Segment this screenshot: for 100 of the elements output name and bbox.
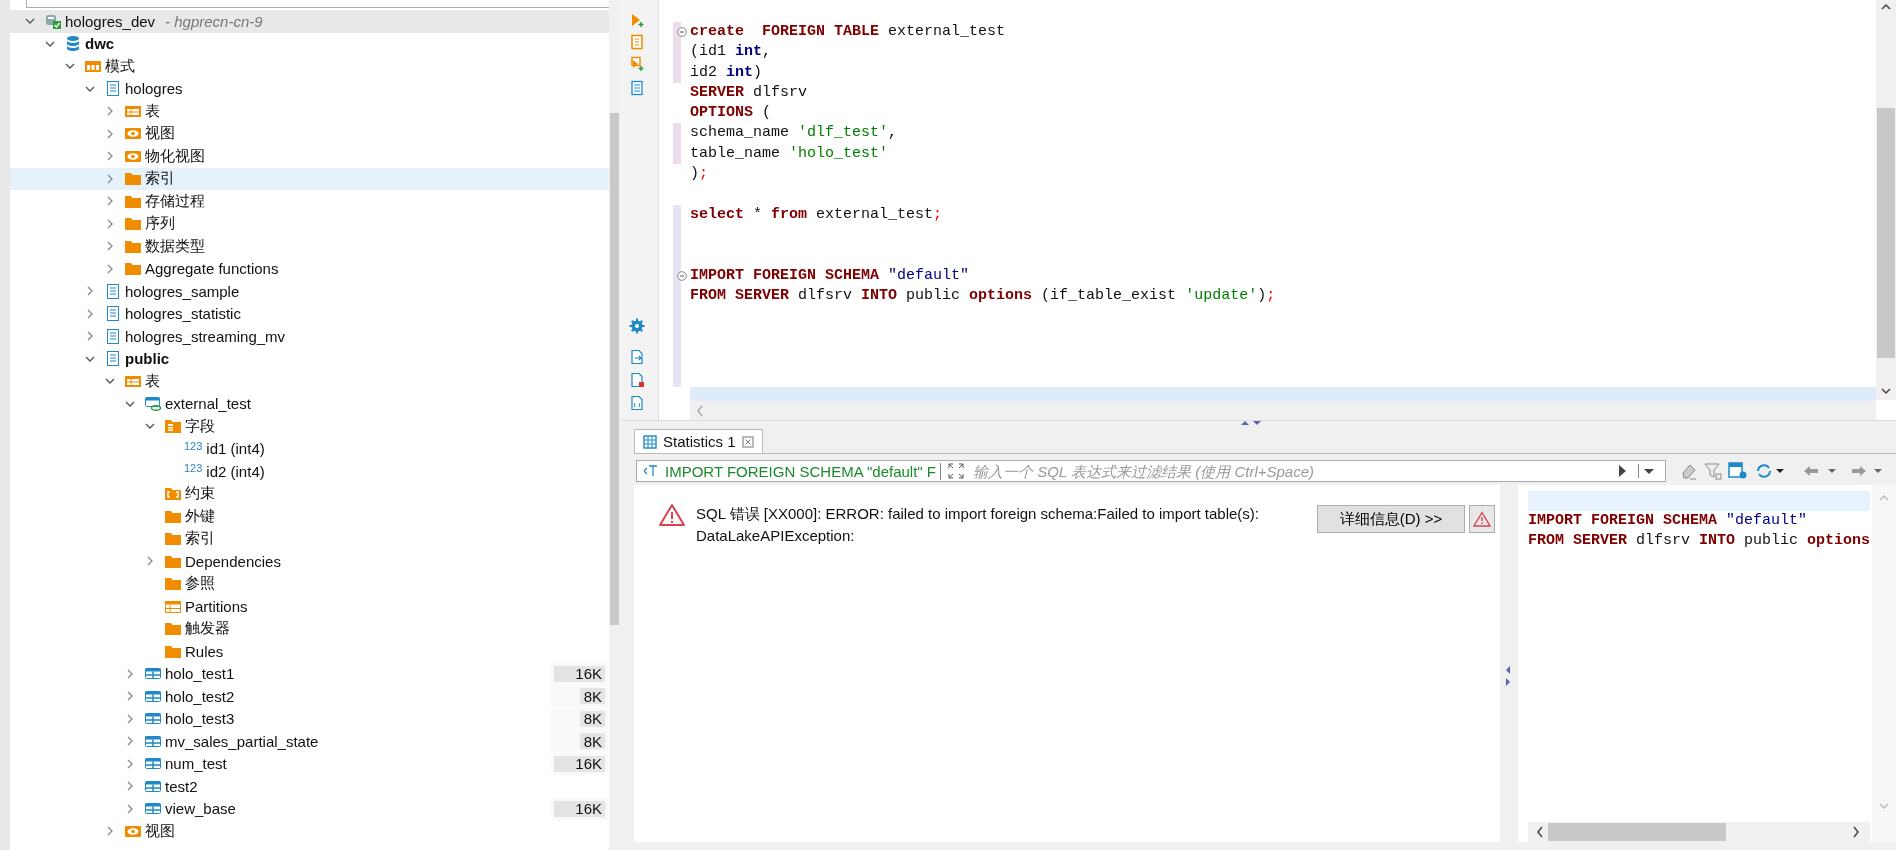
document-error-icon[interactable]	[629, 372, 645, 388]
tree-item[interactable]: 表	[10, 370, 609, 393]
number-icon: 123	[184, 462, 203, 475]
scrollbar-thumb[interactable]	[1547, 823, 1726, 841]
tree-item[interactable]: 数据类型	[10, 235, 609, 258]
tree-item-label: holo_test2	[165, 687, 235, 705]
tree-item-label: 触发器	[185, 619, 230, 639]
code-line: FROM SERVER dlfsrv INTO public options (if_table_exist 'update');	[690, 285, 1876, 307]
sash-arrows-icon[interactable]	[1240, 419, 1262, 427]
document-list-icon	[104, 282, 122, 300]
tree-item[interactable]: external_test	[10, 392, 609, 415]
collapse-icon[interactable]	[677, 270, 687, 281]
tree-item[interactable]: dwc	[10, 32, 609, 55]
script-icon[interactable]	[629, 34, 645, 50]
scrollbar-thumb[interactable]	[610, 113, 619, 625]
tree-item[interactable]: 触发器	[10, 617, 609, 640]
tree-item[interactable]: 外键	[10, 505, 609, 528]
tree-item[interactable]: 索引	[10, 527, 609, 550]
scrollbar[interactable]	[609, 0, 620, 850]
tree-item[interactable]: 索引	[10, 167, 609, 190]
tree-item-label: 表	[145, 371, 160, 391]
number-icon: 123	[184, 439, 203, 452]
tree-item[interactable]: 字段	[10, 415, 609, 438]
scroll-up-icon[interactable]	[1880, 2, 1892, 10]
table-settings-icon[interactable]	[1728, 462, 1748, 480]
tree-item-label: holo_test1	[165, 665, 235, 683]
tree-item[interactable]: hologres_sample	[10, 280, 609, 303]
tree-item[interactable]: holo_test2 8K	[10, 685, 609, 708]
code-line: create FOREIGN TABLE external_test	[690, 22, 1876, 43]
expand-icon[interactable]	[947, 462, 965, 480]
grid-icon	[643, 434, 657, 449]
scroll-right-icon[interactable]	[1852, 826, 1860, 838]
script-add-icon[interactable]	[629, 56, 645, 72]
collapse-icon[interactable]	[677, 27, 687, 37]
tree-item[interactable]: Partitions	[10, 595, 609, 618]
tree-item[interactable]: Aggregate functions	[10, 257, 609, 280]
settings-icon[interactable]	[629, 318, 645, 334]
tree-item-label: 数据类型	[145, 236, 205, 256]
tree-item[interactable]: 序列	[10, 212, 609, 235]
tree-item[interactable]: 约束	[10, 482, 609, 505]
document-list-icon[interactable]	[629, 80, 645, 96]
tree-item[interactable]: hologres_statistic	[10, 302, 609, 325]
scroll-down-icon[interactable]	[1880, 388, 1892, 396]
horizontal-scrollbar[interactable]	[690, 401, 1876, 420]
tree-item[interactable]: hologres_dev - hgprecn-cn-9	[10, 10, 609, 33]
filter-input[interactable]: 输入一个 SQL 表达式来过滤结果 (使用 Ctrl+Space)	[971, 461, 1606, 481]
export-icon[interactable]	[629, 349, 645, 365]
results-tab[interactable]: Statistics 1	[634, 429, 763, 453]
code-line: (id1 int,	[690, 42, 1876, 63]
tree-item[interactable]: 物化视图	[10, 145, 609, 168]
tree-item[interactable]: hologres_streaming_mv	[10, 325, 609, 348]
tree-item[interactable]: 123 id2 (int4)	[10, 460, 609, 483]
sash-arrows-icon[interactable]	[1504, 665, 1513, 687]
tree-item[interactable]: Rules	[10, 640, 609, 663]
eraser-icon[interactable]	[1680, 462, 1698, 480]
tree-item[interactable]: mv_sales_partial_state 8K	[10, 730, 609, 753]
code-line: IMPORT FOREIGN SCHEMA "default"	[1527, 511, 1808, 531]
scrollbar[interactable]	[1876, 0, 1896, 400]
document-list-icon	[104, 80, 122, 98]
size-label: 8K	[583, 732, 603, 750]
close-icon[interactable]	[741, 435, 754, 448]
tree-item[interactable]: 参照	[10, 572, 609, 595]
tree-item-label: holo_test3	[165, 710, 235, 728]
tree-item-label: 序列	[145, 214, 175, 234]
tree-item[interactable]: holo_test3 8K	[10, 707, 609, 730]
tree-item[interactable]: public	[10, 347, 609, 370]
tree-item[interactable]: num_test 16K	[10, 752, 609, 775]
warning-button[interactable]	[1469, 505, 1495, 533]
scroll-left-icon[interactable]	[1535, 826, 1544, 838]
tree-item[interactable]: hologres	[10, 77, 609, 100]
tree-item[interactable]: 模式	[10, 55, 609, 78]
play-icon[interactable]	[1616, 464, 1628, 478]
document-variable-icon[interactable]	[629, 395, 645, 411]
tree-item[interactable]: 视图	[10, 122, 609, 145]
bracket-folder-icon	[164, 485, 182, 503]
tree-item[interactable]: 123 id1 (int4)	[10, 437, 609, 460]
filter-icon[interactable]	[1704, 462, 1722, 480]
tree-item-label: 索引	[185, 529, 215, 549]
warning-icon	[658, 503, 686, 527]
tree-item[interactable]: holo_test1 16K	[10, 662, 609, 685]
tree-item-label: dwc	[85, 35, 115, 53]
error-message: SQL 错误 [XX000]: ERROR: failed to import foreign schema:Failed to import table(s):	[696, 504, 1259, 524]
run-arrow-icon[interactable]	[629, 12, 645, 28]
filter-field[interactable]: IMPORT FOREIGN SCHEMA "default" F 输入一个 SQL 表达式来过滤结果 (使用 Ctrl+Space)	[636, 460, 1666, 482]
tree-item[interactable]: test2	[10, 775, 609, 798]
tree-item-label: 视图	[145, 821, 175, 841]
size-label: 8K	[583, 710, 603, 727]
tree-item-label: 索引	[145, 169, 175, 189]
details-button[interactable]: 详细信息(D) >>	[1317, 505, 1465, 533]
tree-item-label: 模式	[105, 56, 135, 76]
tree-item[interactable]: view_base 16K	[10, 797, 609, 820]
tree-item[interactable]: 存储过程	[10, 190, 609, 213]
folder-icon	[124, 170, 142, 188]
horizontal-scrollbar[interactable]	[1527, 822, 1870, 842]
scrollbar-thumb[interactable]	[1877, 108, 1895, 358]
tree-item[interactable]: 视图	[10, 820, 609, 843]
tree-item[interactable]: 表	[10, 100, 609, 123]
code-line: OPTIONS (	[690, 103, 773, 124]
tree-item-label: hologres_statistic	[125, 305, 241, 323]
tree-item[interactable]: Dependencies	[10, 550, 609, 573]
